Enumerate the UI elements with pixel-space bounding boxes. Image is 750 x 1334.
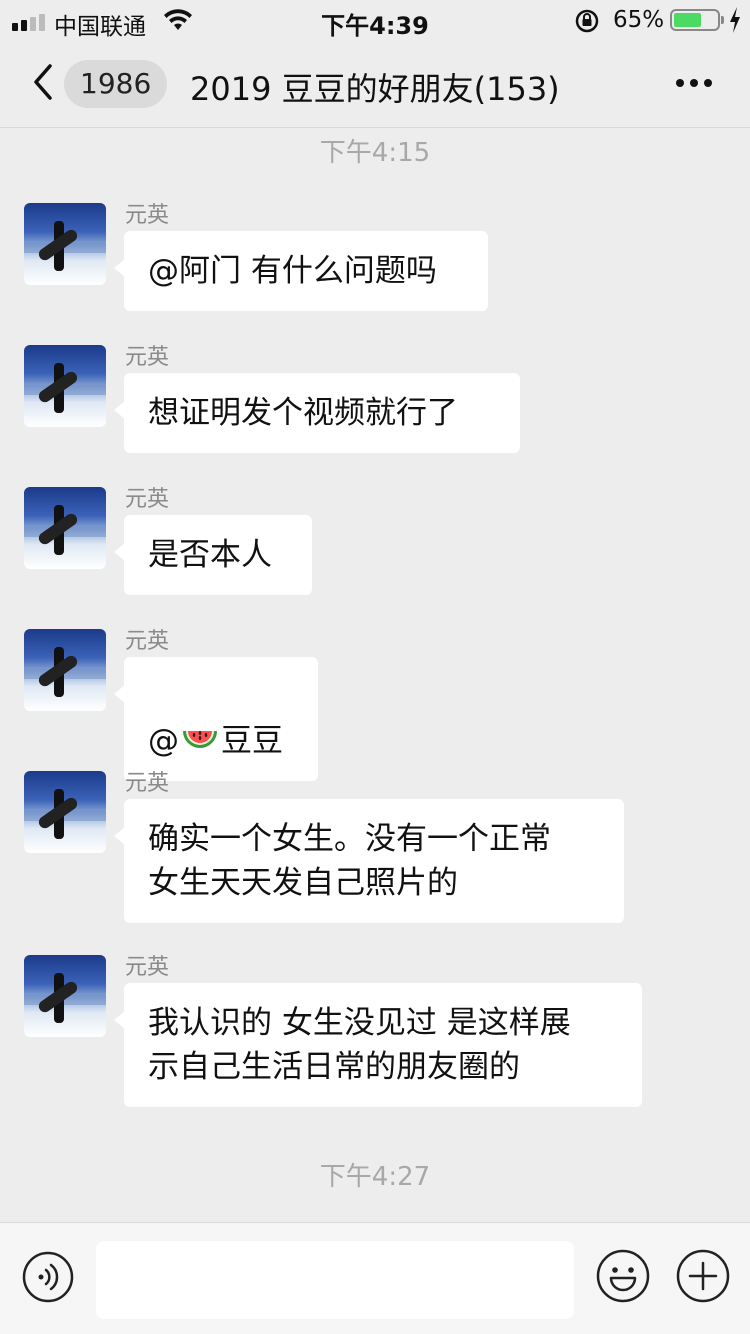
back-chevron-icon[interactable]	[28, 62, 58, 102]
watermelon-emoji	[183, 731, 217, 748]
avatar[interactable]	[24, 771, 106, 853]
mention-prefix: @	[148, 723, 179, 759]
message-bubble[interactable]: 想证明发个视频就行了	[114, 373, 520, 453]
chat-title: 2019 豆豆的好朋友(153)	[190, 70, 560, 108]
rotation-lock-icon	[575, 9, 599, 33]
sender-name: 元英	[125, 487, 170, 512]
status-bar: 中国联通 下午4:39 65%	[0, 0, 750, 40]
avatar[interactable]	[24, 955, 106, 1037]
avatar[interactable]	[24, 629, 106, 711]
mention-name: 豆豆	[221, 723, 283, 759]
message-bubble[interactable]: 我认识的 女生没见过 是这样展 示自己生活日常的朋友圈的	[114, 983, 642, 1107]
sender-name: 元英	[125, 955, 170, 980]
chat-header: 1986 2019 豆豆的好朋友(153)	[0, 40, 750, 128]
plus-icon[interactable]	[676, 1249, 730, 1303]
message-input[interactable]	[96, 1241, 574, 1319]
message-bubble[interactable]: @ 豆豆	[114, 657, 318, 781]
message-timestamp: 下午4:27	[319, 1162, 431, 1192]
input-bar	[0, 1222, 750, 1334]
charging-icon	[730, 7, 740, 33]
unread-count-badge[interactable]: 1986	[64, 60, 168, 108]
message-timestamp: 下午4:15	[319, 138, 431, 168]
message-bubble[interactable]: 是否本人	[114, 515, 312, 595]
sender-name: 元英	[125, 203, 170, 228]
more-dots-icon[interactable]	[672, 68, 716, 98]
message-bubble[interactable]: @阿门 有什么问题吗	[114, 231, 488, 311]
battery-tip	[721, 16, 724, 24]
battery-percent: 65%	[613, 7, 665, 33]
avatar[interactable]	[24, 487, 106, 569]
voice-icon[interactable]	[22, 1251, 74, 1303]
sender-name: 元英	[125, 629, 170, 654]
emoji-icon[interactable]	[596, 1249, 650, 1303]
sender-name: 元英	[125, 771, 170, 796]
battery-icon	[670, 9, 720, 31]
avatar[interactable]	[24, 203, 106, 285]
sender-name: 元英	[125, 345, 170, 370]
avatar[interactable]	[24, 345, 106, 427]
message-bubble[interactable]: 确实一个女生。没有一个正常 女生天天发自己照片的	[114, 799, 624, 923]
